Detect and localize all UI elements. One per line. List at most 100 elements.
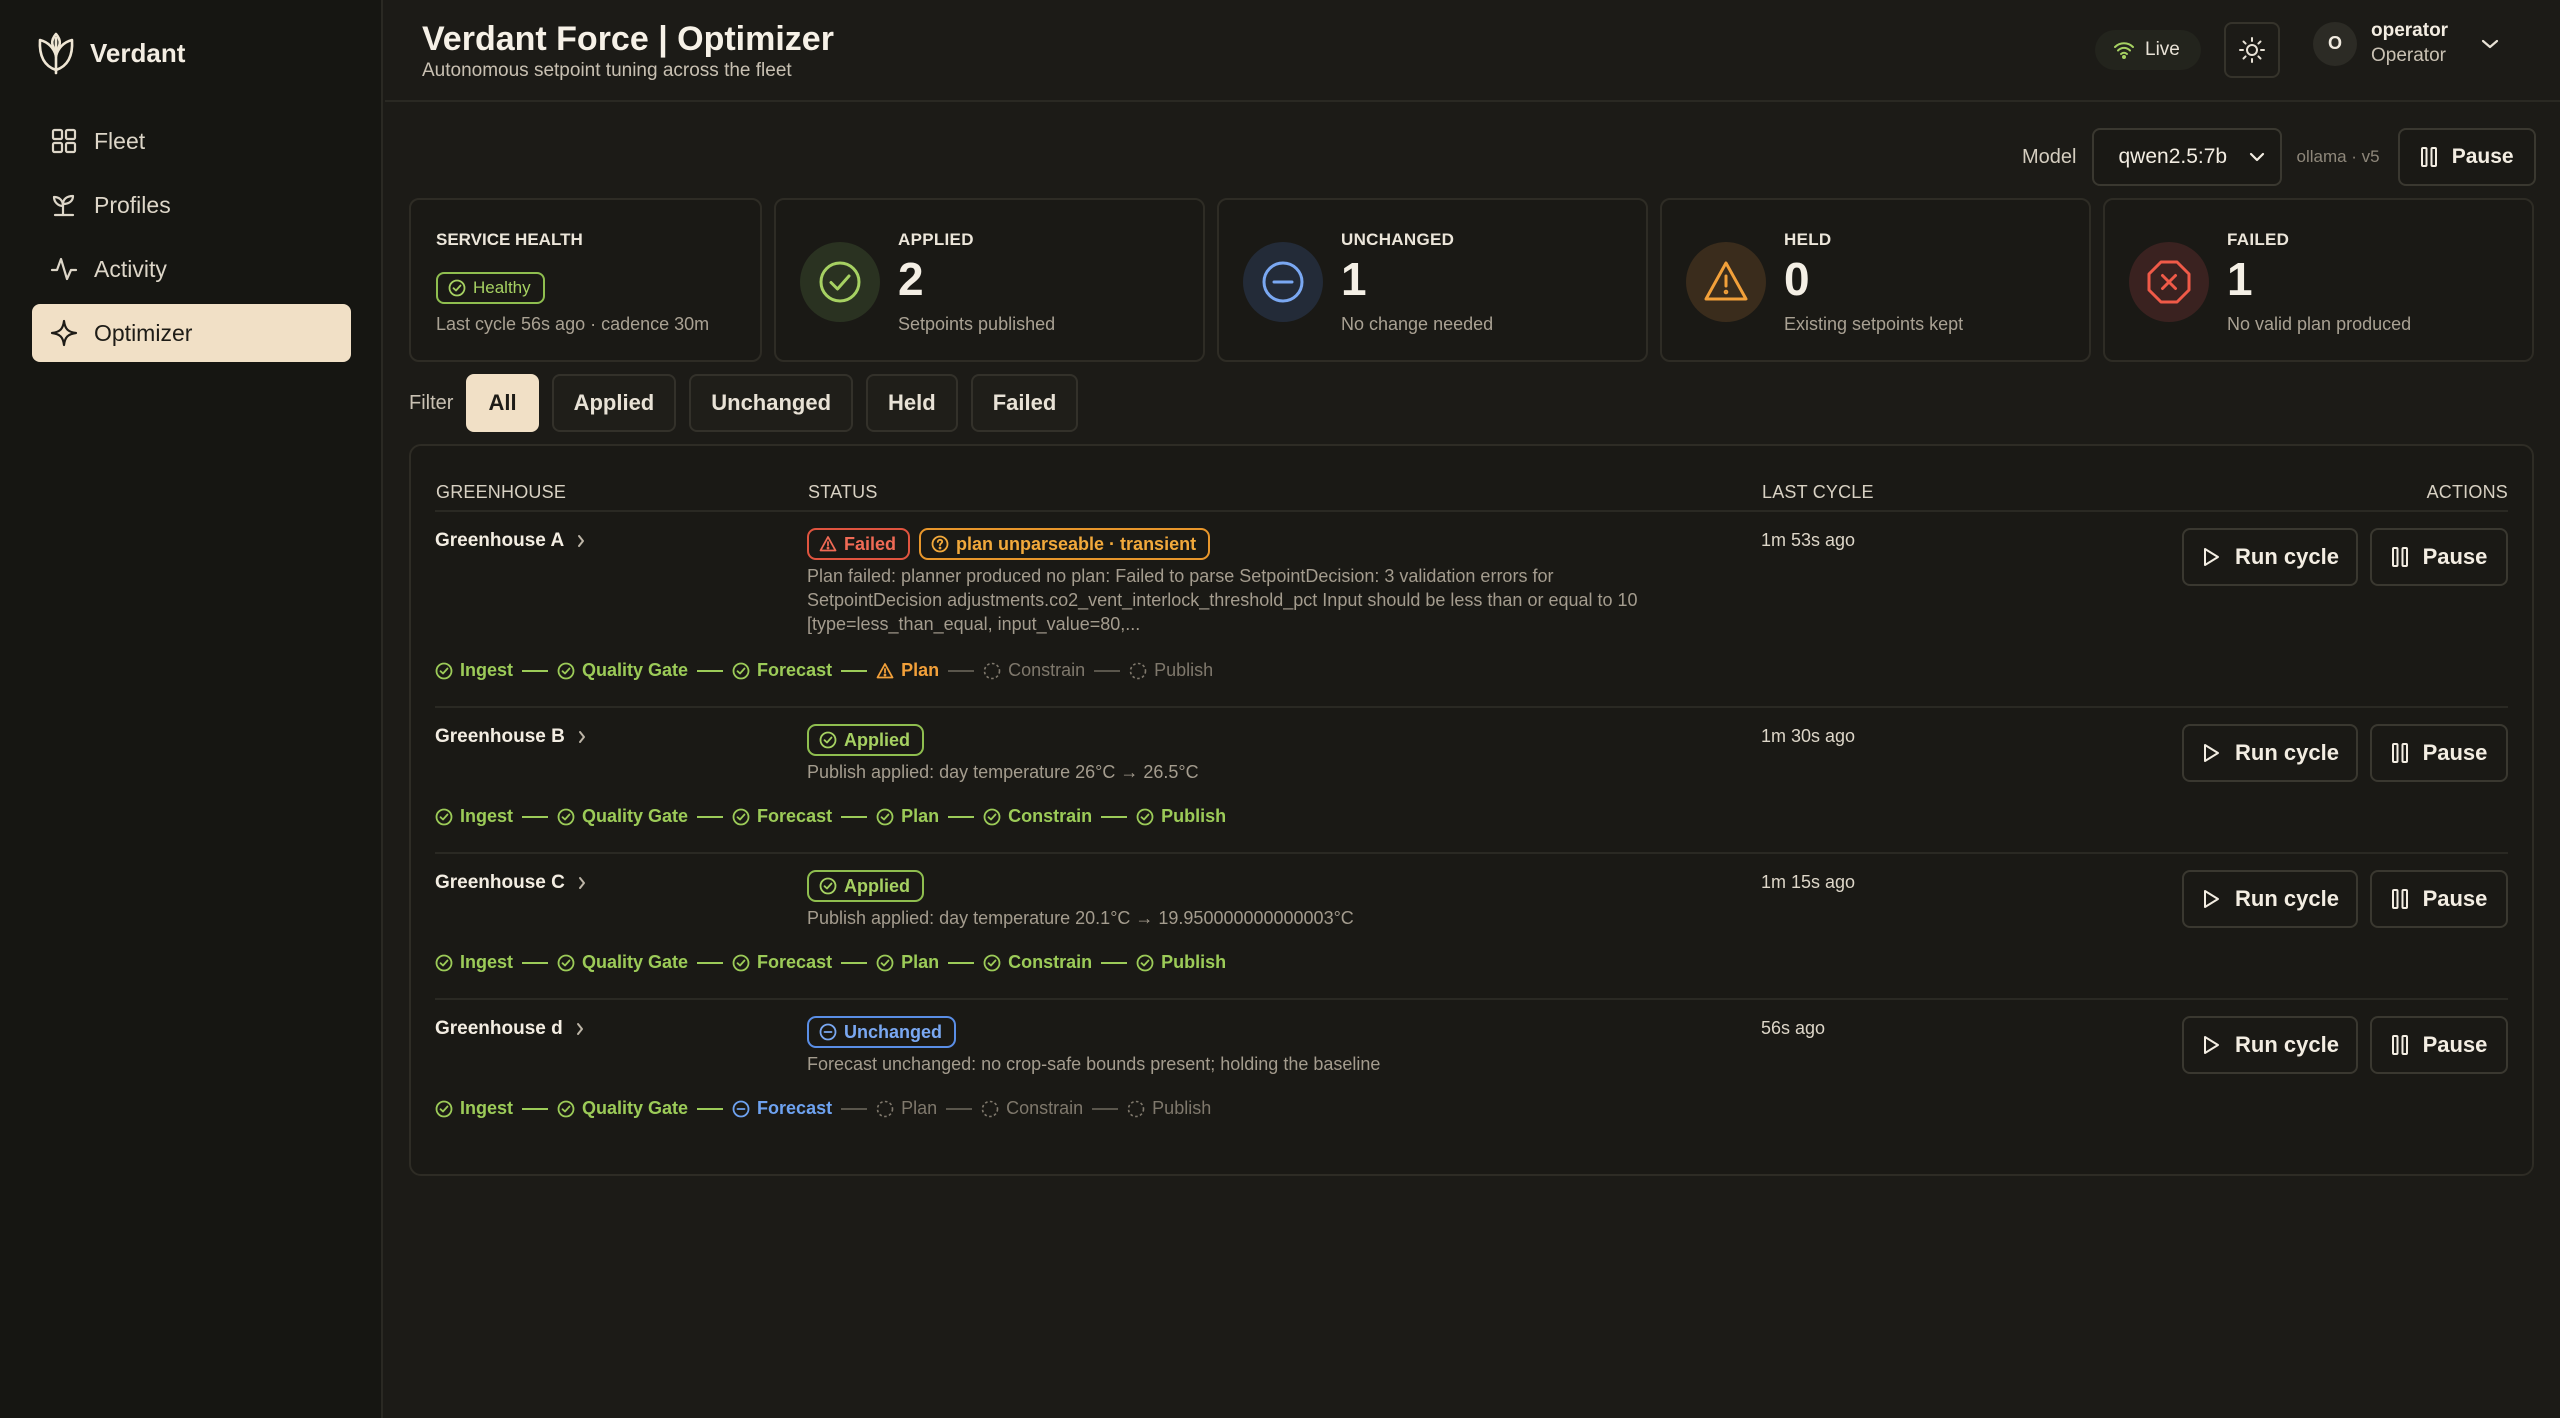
- run-cycle-button[interactable]: Run cycle: [2182, 528, 2358, 586]
- warning-icon: [1686, 242, 1766, 322]
- pipeline-connector: [841, 669, 868, 672]
- greenhouse-name: Greenhouse B: [435, 726, 565, 747]
- sidebar-item-label: Optimizer: [94, 319, 193, 346]
- pause-button[interactable]: Pause: [2370, 870, 2508, 928]
- pause-button[interactable]: Pause: [2370, 724, 2508, 782]
- filter-applied[interactable]: Applied: [551, 374, 677, 432]
- pause-icon: [2391, 888, 2409, 910]
- greenhouse-link[interactable]: Greenhouse A: [435, 530, 586, 552]
- stage-label: Forecast: [757, 952, 833, 972]
- stage-label: Publish: [1152, 1098, 1212, 1118]
- badge-label: Healthy: [473, 278, 531, 297]
- stage-label: Forecast: [757, 660, 833, 680]
- failed-stat-card: FAILED 1 No valid plan produced: [2103, 198, 2534, 362]
- pause-button[interactable]: Pause: [2370, 528, 2508, 586]
- play-icon: [2201, 546, 2221, 568]
- pipeline-stages: Ingest Quality Gate Forecast Plan Constr…: [435, 1098, 1211, 1119]
- button-label: Pause: [2422, 544, 2488, 569]
- pipeline-stage: Publish: [1127, 1098, 1211, 1119]
- sidebar-item-fleet[interactable]: Fleet: [32, 112, 351, 170]
- check-circle-icon: [983, 808, 1001, 826]
- sidebar: Verdant Fleet Profiles Activity Optimize…: [0, 0, 383, 1418]
- badge-label: Failed: [844, 533, 897, 554]
- greenhouse-link[interactable]: Greenhouse B: [435, 726, 587, 748]
- pipeline-connector: [522, 961, 549, 964]
- pause-label: Pause: [2451, 145, 2514, 168]
- leaf-logo-icon: [36, 30, 76, 76]
- last-cycle: 1m 30s ago: [1761, 726, 1856, 746]
- user-name: operator: [2371, 20, 2449, 41]
- pending-circle-icon: [1127, 1100, 1145, 1118]
- filter-failed[interactable]: Failed: [970, 374, 1079, 432]
- button-label: Pause: [2422, 740, 2488, 765]
- check-circle-icon: [557, 662, 575, 680]
- pause-icon: [2391, 546, 2409, 568]
- status-badge: Applied: [807, 870, 924, 902]
- stage-label: Constrain: [1008, 660, 1086, 680]
- pipeline-connector: [841, 961, 868, 964]
- check-circle-icon: [435, 808, 453, 826]
- pause-button[interactable]: Pause: [2370, 1016, 2508, 1074]
- filter-unchanged[interactable]: Unchanged: [689, 374, 854, 432]
- check-circle-icon: [983, 954, 1001, 972]
- sidebar-item-profiles[interactable]: Profiles: [32, 176, 351, 234]
- button-label: Run cycle: [2235, 886, 2339, 911]
- badge-label: Unchanged: [844, 1021, 943, 1042]
- stage-label: Ingest: [460, 1098, 514, 1118]
- greenhouse-name: Greenhouse d: [435, 1018, 563, 1039]
- filter-held[interactable]: Held: [866, 374, 958, 432]
- stage-label: Publish: [1154, 660, 1214, 680]
- sidebar-nav: Fleet Profiles Activity Optimizer: [32, 112, 351, 368]
- check-circle-icon: [1136, 954, 1154, 972]
- pause-all-button[interactable]: Pause: [2397, 128, 2536, 186]
- pipeline-stage: Constrain: [983, 660, 1085, 681]
- play-icon: [2201, 888, 2221, 910]
- model-select[interactable]: qwen2.5:7b: [2092, 128, 2283, 186]
- pipeline-connector: [948, 815, 975, 818]
- stat-sub: No valid plan produced: [2227, 314, 2412, 334]
- status-message: Publish applied: day temperature 20.1°C …: [807, 908, 1354, 928]
- check-circle-icon: [732, 808, 750, 826]
- model-controls: Model qwen2.5:7b ollama · v5 Pause: [2022, 128, 2536, 186]
- run-cycle-button[interactable]: Run cycle: [2182, 724, 2358, 782]
- status-badge: Applied: [807, 724, 924, 756]
- brand[interactable]: Verdant: [36, 30, 185, 76]
- column-header-last-cycle: LAST CYCLE: [1762, 482, 1874, 502]
- check-circle-icon: [819, 877, 837, 895]
- greenhouse-link[interactable]: Greenhouse d: [435, 1018, 585, 1040]
- stage-label: Constrain: [1008, 952, 1093, 972]
- row-actions: Run cycle Pause: [2182, 870, 2508, 928]
- sidebar-item-activity[interactable]: Activity: [32, 240, 351, 298]
- user-menu[interactable]: O operator Operator: [2313, 20, 2500, 67]
- model-meta: ollama · v5: [2296, 147, 2380, 166]
- pipeline-stage: Forecast: [732, 660, 832, 681]
- grid-icon: [50, 127, 78, 155]
- pipeline-stage: Plan: [876, 952, 939, 973]
- run-cycle-button[interactable]: Run cycle: [2182, 870, 2358, 928]
- status-message: Publish applied: day temperature 26°C → …: [807, 762, 1199, 782]
- run-cycle-button[interactable]: Run cycle: [2182, 1016, 2358, 1074]
- held-stat-card: HELD 0 Existing setpoints kept: [1660, 198, 2091, 362]
- check-circle-icon: [876, 808, 894, 826]
- stat-value: 0: [1784, 253, 1810, 305]
- status-badge: Failed: [807, 528, 911, 560]
- stat-label: APPLIED: [898, 230, 974, 249]
- live-label: Live: [2145, 39, 2180, 60]
- pipeline-connector: [522, 1107, 549, 1110]
- pipeline-stages: Ingest Quality Gate Forecast Plan Constr…: [435, 806, 1226, 827]
- stage-label: Forecast: [757, 806, 833, 826]
- check-circle-icon: [448, 279, 466, 297]
- greenhouse-link[interactable]: Greenhouse C: [435, 872, 587, 894]
- filter-all[interactable]: All: [466, 374, 539, 432]
- sidebar-item-optimizer[interactable]: Optimizer: [32, 304, 351, 362]
- pipeline-stage: Quality Gate: [557, 806, 688, 827]
- pipeline-stage: Forecast: [732, 952, 832, 973]
- pipeline-connector: [697, 1107, 724, 1110]
- model-label: Model: [2022, 145, 2077, 168]
- stat-sub: No change needed: [1341, 314, 1494, 334]
- theme-toggle-button[interactable]: [2224, 22, 2280, 78]
- pipeline-stage: Quality Gate: [557, 1098, 688, 1119]
- last-cycle: 1m 53s ago: [1761, 530, 1856, 550]
- last-cycle: 1m 15s ago: [1761, 872, 1856, 892]
- stage-label: Quality Gate: [582, 1098, 689, 1118]
